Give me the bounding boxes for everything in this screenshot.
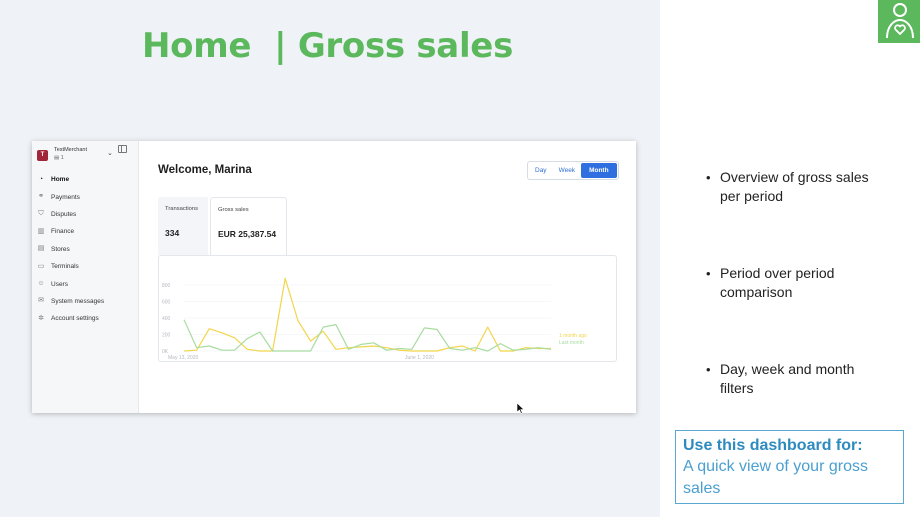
sidebar-item-label: System messages <box>51 297 105 305</box>
period-switcher: Day Week Month <box>527 161 619 180</box>
sidebar-item-label: Terminals <box>51 263 79 271</box>
y-tick-label: 400 <box>162 316 171 322</box>
sidebar-item-system-messages[interactable]: ✉ System messages <box>32 293 138 310</box>
feature-item: Period over period comparison <box>705 264 885 302</box>
feature-list: Overview of gross sales per period Perio… <box>705 168 885 396</box>
sidebar-item-payments[interactable]: ⚭ Payments <box>32 188 138 205</box>
usage-callout: Use this dashboard for: A quick view of … <box>675 430 904 504</box>
slide-title: Home | Gross sales <box>142 26 514 66</box>
feature-item: Day, week and month filters <box>705 360 885 398</box>
sidebar-item-label: Home <box>51 176 70 184</box>
chart-svg: 8006004002000KMay 13, 2020 June 1, 20201 … <box>162 277 587 361</box>
y-tick-label: 200 <box>162 333 171 339</box>
period-day-button[interactable]: Day <box>529 163 553 178</box>
callout-body: A quick view of your gross sales <box>683 458 868 497</box>
tab-label: Gross sales <box>218 207 249 213</box>
store-icon: ▤ <box>37 245 45 253</box>
series-line <box>183 277 551 352</box>
feature-item: Overview of gross sales per period <box>705 168 885 206</box>
legend-entry: Last month <box>559 340 584 346</box>
tab-transactions[interactable]: Transactions 334 <box>158 197 208 255</box>
dashboard-screenshot: T TestMerchant ▤ 1 ⌄ ◔ Home ⚭ Payments ⛉… <box>32 141 636 414</box>
shield-icon: ⛉ <box>38 210 44 218</box>
users-icon: ☺ <box>37 280 45 288</box>
x-tick-label: June 1, 2020 <box>405 355 434 361</box>
sidebar-collapse-icon[interactable] <box>118 145 127 153</box>
home-icon: ◔ <box>38 175 44 183</box>
chevron-down-icon[interactable]: ⌄ <box>107 149 113 157</box>
sidebar-item-stores[interactable]: ▤ Stores <box>32 241 138 258</box>
gross-sales-value: EUR 25,387.54 <box>218 229 277 239</box>
tab-label: Transactions <box>165 206 198 212</box>
payments-icon: ⚭ <box>38 193 44 201</box>
legend-entry: 1 month ago <box>559 333 587 339</box>
merchant-name: TestMerchant <box>54 147 88 153</box>
store-count: 1 <box>60 155 64 161</box>
tab-gross-sales[interactable]: Gross sales EUR 25,387.54 <box>210 197 287 256</box>
sidebar-item-label: Account settings <box>51 315 99 323</box>
terminal-icon: ▭ <box>37 262 45 270</box>
welcome-heading: Welcome, Marina <box>158 164 252 176</box>
period-week-button[interactable]: Week <box>553 163 582 178</box>
y-tick-label: 600 <box>162 300 171 306</box>
transactions-count: 334 <box>165 228 180 238</box>
x-tick-label: May 13, 2020 <box>168 355 199 361</box>
gear-icon: ✲ <box>38 314 44 322</box>
callout-heading: Use this dashboard for: <box>683 437 863 454</box>
mail-icon: ✉ <box>38 297 44 305</box>
mouse-cursor-icon <box>517 403 525 414</box>
sidebar-nav: ◔ Home ⚭ Payments ⛉ Disputes ▥ Finance ▤ <box>32 171 138 328</box>
merchant-logo: T <box>37 150 48 161</box>
store-icon-small: ▤ <box>54 155 60 161</box>
sidebar-item-terminals[interactable]: ▭ Terminals <box>32 258 138 275</box>
sidebar-item-label: Payments <box>51 193 80 201</box>
sidebar-item-label: Stores <box>51 245 70 253</box>
y-tick-label: 800 <box>162 283 171 289</box>
merchant-store-count: ▤ 1 <box>54 155 64 161</box>
sidebar-item-disputes[interactable]: ⛉ Disputes <box>32 206 138 223</box>
user-badge <box>878 0 920 43</box>
bar-chart-icon: ▥ <box>37 227 45 235</box>
dashboard-main: Welcome, Marina Day Week Month Transacti… <box>138 141 636 414</box>
sidebar-item-label: Users <box>51 280 68 288</box>
sidebar-item-label: Finance <box>51 228 75 236</box>
sidebar-item-finance[interactable]: ▥ Finance <box>32 223 138 240</box>
period-month-button[interactable]: Month <box>581 163 617 178</box>
sidebar: T TestMerchant ▤ 1 ⌄ ◔ Home ⚭ Payments ⛉… <box>32 141 139 413</box>
user-heart-icon <box>886 3 914 39</box>
sidebar-item-account-settings[interactable]: ✲ Account settings <box>32 310 138 327</box>
sidebar-item-label: Disputes <box>51 210 77 218</box>
sidebar-item-users[interactable]: ☺ Users <box>32 275 138 292</box>
gross-sales-chart: 800 600 400 200 0K May 13, 2020 June 1, 2020 1 … <box>158 255 617 362</box>
sidebar-item-home[interactable]: ◔ Home <box>32 171 138 188</box>
slide-left-panel: Home | Gross sales T TestMerchant ▤ 1 ⌄ … <box>0 0 660 517</box>
